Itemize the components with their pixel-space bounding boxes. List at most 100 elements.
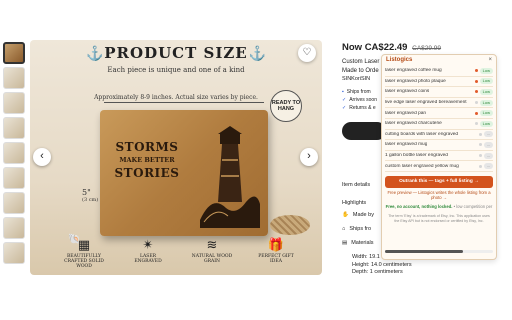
thumbnail[interactable] bbox=[3, 142, 25, 164]
keyword-row[interactable]: live edge laser engraved bereavement Low bbox=[385, 98, 493, 109]
listing-title-line: Made to Orde bbox=[342, 68, 379, 74]
keyword-row[interactable]: laser engraved coffee mug Low bbox=[385, 66, 493, 77]
competition-badge: Low bbox=[479, 78, 493, 85]
highlight-row: ⌂ Ships fro bbox=[342, 226, 371, 232]
keyword-row[interactable]: laser engraved pan Low bbox=[385, 108, 493, 119]
status-dot bbox=[474, 69, 478, 73]
competition-badge: Low bbox=[479, 67, 493, 74]
check-icon: ✓ bbox=[342, 97, 347, 103]
chevron-right-icon: › bbox=[307, 150, 311, 162]
competition-badge: Low bbox=[479, 99, 493, 106]
ready-to-hang-badge: READY TO HANG bbox=[270, 90, 302, 122]
keyword-list: laser engraved coffee mug Low laser engra… bbox=[382, 66, 496, 172]
competition-badge: ... bbox=[483, 141, 493, 148]
free-notice: Free, no account, nothing locked. • low … bbox=[382, 204, 496, 209]
scroll-bar[interactable] bbox=[385, 250, 493, 253]
bullet-text: Returns & e bbox=[349, 105, 376, 111]
keyword-label: laser engraved mug bbox=[385, 142, 428, 148]
next-image-button[interactable]: › bbox=[300, 148, 318, 166]
competition-badge: Low bbox=[479, 88, 493, 95]
competition-badge: ... bbox=[483, 131, 493, 138]
close-icon[interactable]: × bbox=[488, 57, 492, 64]
current-price: Now CA$22.49 bbox=[342, 42, 408, 53]
dimension-line bbox=[104, 102, 264, 103]
status-dot bbox=[474, 101, 478, 105]
keyword-label: laser engraved photo plaque bbox=[385, 78, 446, 84]
feature-item: 🎁 PERFECT GIFT IDEA bbox=[254, 238, 298, 269]
original-price: CA$29.99 bbox=[412, 45, 442, 52]
keyword-label: laser engraved charcuterie bbox=[385, 121, 442, 127]
check-icon: ✓ bbox=[342, 105, 347, 111]
thumbnail[interactable] bbox=[3, 117, 25, 139]
shop-name[interactable]: SINKoriSIN bbox=[342, 76, 370, 82]
keyword-row[interactable]: laser engraved mug... bbox=[385, 140, 493, 151]
keyword-row[interactable]: laser engraved photo plaque Low bbox=[385, 77, 493, 88]
wood-icon: ▦ bbox=[77, 238, 91, 253]
plaque-line: STORMS bbox=[115, 140, 179, 154]
scroll-thumb[interactable] bbox=[385, 250, 463, 253]
thumbnail[interactable] bbox=[3, 217, 25, 239]
plaque-line: STORIES bbox=[114, 166, 180, 180]
highlights-heading: Highlights bbox=[342, 200, 367, 206]
keyword-row[interactable]: laser engraved coins Low bbox=[385, 87, 493, 98]
product-image: ⚓ PRODUCT SIZE ⚓ Each piece is unique an… bbox=[30, 40, 322, 275]
outrank-button[interactable]: Outrank this — tags + full listing → bbox=[385, 175, 493, 188]
chevron-left-icon: ‹ bbox=[40, 150, 44, 162]
thumbnail[interactable] bbox=[3, 67, 25, 89]
add-to-cart-button[interactable] bbox=[342, 122, 386, 140]
bullet-text: Ships from bbox=[346, 89, 371, 95]
price: Now CA$22.49 CA$29.99 bbox=[342, 42, 441, 53]
thumbnail[interactable] bbox=[3, 92, 25, 114]
competition-badge: Low bbox=[479, 110, 493, 117]
feature-label: NATURAL WOOD GRAIN bbox=[191, 254, 233, 264]
keyword-label: laser engraved coffee mug bbox=[385, 68, 442, 74]
thumbnail-strip bbox=[3, 42, 27, 267]
lighthouse-icon bbox=[200, 126, 260, 228]
panel-title: Listogics bbox=[386, 57, 413, 63]
status-dot bbox=[478, 132, 482, 136]
favorite-button[interactable]: ♡ bbox=[298, 44, 316, 62]
feature-item: ≋ NATURAL WOOD GRAIN bbox=[190, 238, 234, 269]
listogics-panel: Listogics × laser engraved coffee mug Low… bbox=[381, 54, 497, 260]
keyword-row[interactable]: 1 gallon bottle laser engraved... bbox=[385, 151, 493, 162]
dimension-line-text: Height: 14.0 centimeters bbox=[352, 261, 412, 268]
keyword-label: live edge laser engraved bereavement bbox=[385, 100, 467, 106]
keyword-label: 1 gallon bottle laser engraved bbox=[385, 153, 448, 159]
status-dot bbox=[474, 79, 478, 83]
height-dimension: 5" (3 cm) bbox=[82, 188, 98, 203]
status-dot bbox=[478, 164, 482, 168]
feature-label: BEAUTIFULLY CRAFTED SOLID WOOD bbox=[64, 254, 104, 269]
hand-icon: ✋ bbox=[342, 212, 349, 218]
competition-badge: ... bbox=[483, 163, 493, 170]
keyword-row[interactable]: laser engraved charcuterie Low bbox=[385, 119, 493, 130]
highlight-text: Materials bbox=[351, 240, 374, 246]
competition-badge: ... bbox=[483, 152, 493, 159]
thumbnail[interactable] bbox=[3, 242, 25, 264]
height-dimension-value: 5" bbox=[82, 188, 91, 197]
highlight-text: Made by bbox=[352, 212, 374, 218]
keyword-row[interactable]: custom laser engraved yellow mug... bbox=[385, 161, 493, 172]
listing-title-line: Custom Laser bbox=[342, 59, 380, 65]
keyword-row[interactable]: cutting boards with laser engraved... bbox=[385, 130, 493, 141]
heart-icon: ♡ bbox=[302, 47, 312, 58]
shipping-bullets: ▪ Ships from ✓ Arrives soon ✓ Returns & e bbox=[342, 88, 377, 112]
thumbnail[interactable] bbox=[3, 167, 25, 189]
hero-title: PRODUCT SIZE bbox=[104, 44, 248, 62]
highlight-text: Ships fro bbox=[349, 226, 372, 232]
anchor-icon: ⚓ bbox=[248, 45, 266, 61]
truck-icon: ▪ bbox=[342, 89, 344, 95]
status-dot bbox=[474, 111, 478, 115]
thumbnail[interactable] bbox=[3, 42, 25, 64]
preview-note[interactable]: Free preview — Listogics writes the whol… bbox=[382, 190, 496, 201]
wood-plaque: STORMS MAKE BETTER STORIES bbox=[100, 110, 268, 236]
feature-label: PERFECT GIFT IDEA bbox=[258, 254, 294, 264]
listing-title: Custom Laser Made to Orde bbox=[342, 58, 379, 76]
previous-image-button[interactable]: ‹ bbox=[33, 148, 51, 166]
panel-header: Listogics × bbox=[382, 55, 496, 66]
item-details-heading[interactable]: Item details bbox=[342, 182, 370, 188]
dimension-line-text: Depth: 1 centimeters bbox=[352, 269, 403, 275]
feature-label: LASER ENGRAVED bbox=[134, 254, 162, 264]
competition-badge: Low bbox=[479, 120, 493, 127]
thumbnail[interactable] bbox=[3, 192, 25, 214]
pin-icon: ⌂ bbox=[342, 226, 346, 232]
